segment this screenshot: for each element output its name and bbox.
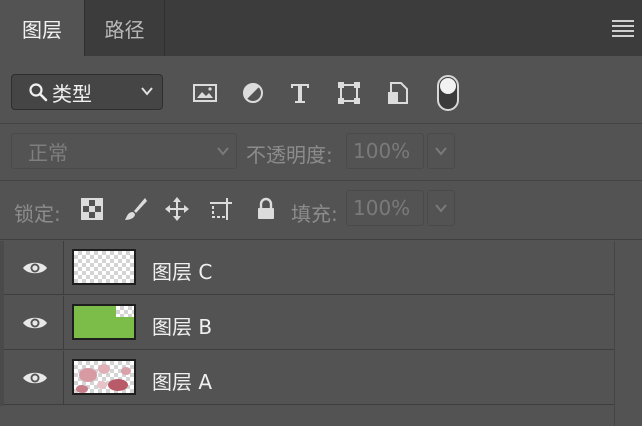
fill-dropdown[interactable] (427, 190, 455, 226)
lock-label: 锁定: (14, 202, 61, 226)
opacity-input[interactable]: 100% (346, 133, 424, 169)
lock-artboard-icon[interactable] (208, 196, 234, 222)
layer-row-b[interactable]: 图层 B (4, 296, 614, 350)
filter-kind-label: 类型 (52, 81, 92, 106)
lock-row: 锁定: 填充: 100% (0, 182, 642, 240)
pattern-thumbnail-art (76, 364, 131, 393)
layer-name: 图层 A (152, 370, 213, 394)
layer-thumbnail (72, 249, 136, 285)
eye-icon (23, 262, 47, 274)
search-icon (29, 83, 48, 102)
layer-name: 图层 B (152, 315, 213, 339)
visibility-toggle[interactable] (4, 241, 64, 295)
visibility-toggle[interactable] (4, 296, 64, 350)
blend-mode-select[interactable]: 正常 (11, 133, 237, 169)
type-filter-icon[interactable] (287, 80, 313, 106)
layer-list-empty-area (0, 406, 614, 426)
lock-position-icon[interactable] (164, 196, 190, 222)
chevron-down-icon (217, 147, 229, 156)
visibility-toggle[interactable] (4, 351, 64, 405)
layers-panel: 图层 路径 类型 正常 不透明度: 100% 锁定: 填充: 100% 图层 C… (0, 0, 642, 426)
chevron-down-icon (435, 147, 447, 156)
layer-row-a[interactable]: 图层 A (4, 351, 614, 405)
layer-row-c[interactable]: 图层 C (4, 241, 614, 295)
tab-layers[interactable]: 图层 (0, 0, 85, 56)
panel-menu-icon[interactable] (612, 20, 634, 37)
smart-object-filter-icon[interactable] (385, 80, 411, 106)
lock-transparent-pixels-icon[interactable] (79, 196, 105, 222)
filter-row: 类型 (0, 56, 642, 124)
lock-image-pixels-icon[interactable] (122, 196, 148, 222)
adjustment-filter-icon[interactable] (240, 80, 266, 106)
blend-mode-value: 正常 (28, 140, 68, 165)
opacity-label: 不透明度: (246, 143, 333, 167)
blend-row: 正常 不透明度: 100% (0, 125, 642, 181)
thumbnail-transparent-corner (116, 306, 134, 317)
eye-icon (23, 317, 47, 329)
opacity-dropdown[interactable] (427, 133, 455, 169)
fill-label: 填充: (291, 202, 338, 226)
chevron-down-icon (435, 204, 447, 213)
filter-toggle[interactable] (437, 75, 459, 111)
scrollbar-track[interactable] (614, 241, 642, 426)
layer-name: 图层 C (152, 260, 213, 284)
image-filter-icon[interactable] (192, 80, 218, 106)
tab-paths[interactable]: 路径 (85, 0, 165, 56)
tab-bar: 图层 路径 (0, 0, 642, 56)
opacity-value: 100% (353, 139, 411, 163)
toggle-knob (440, 78, 456, 94)
eye-icon (23, 372, 47, 384)
layer-list: 图层 C 图层 B 图层 A (4, 241, 614, 406)
filter-kind-select[interactable]: 类型 (11, 74, 163, 110)
fill-input[interactable]: 100% (346, 190, 424, 226)
layer-thumbnail (72, 359, 136, 395)
chevron-down-icon (141, 87, 153, 96)
lock-all-icon[interactable] (253, 196, 279, 222)
fill-value: 100% (353, 196, 411, 220)
shape-filter-icon[interactable] (336, 80, 362, 106)
layer-thumbnail (72, 304, 136, 340)
